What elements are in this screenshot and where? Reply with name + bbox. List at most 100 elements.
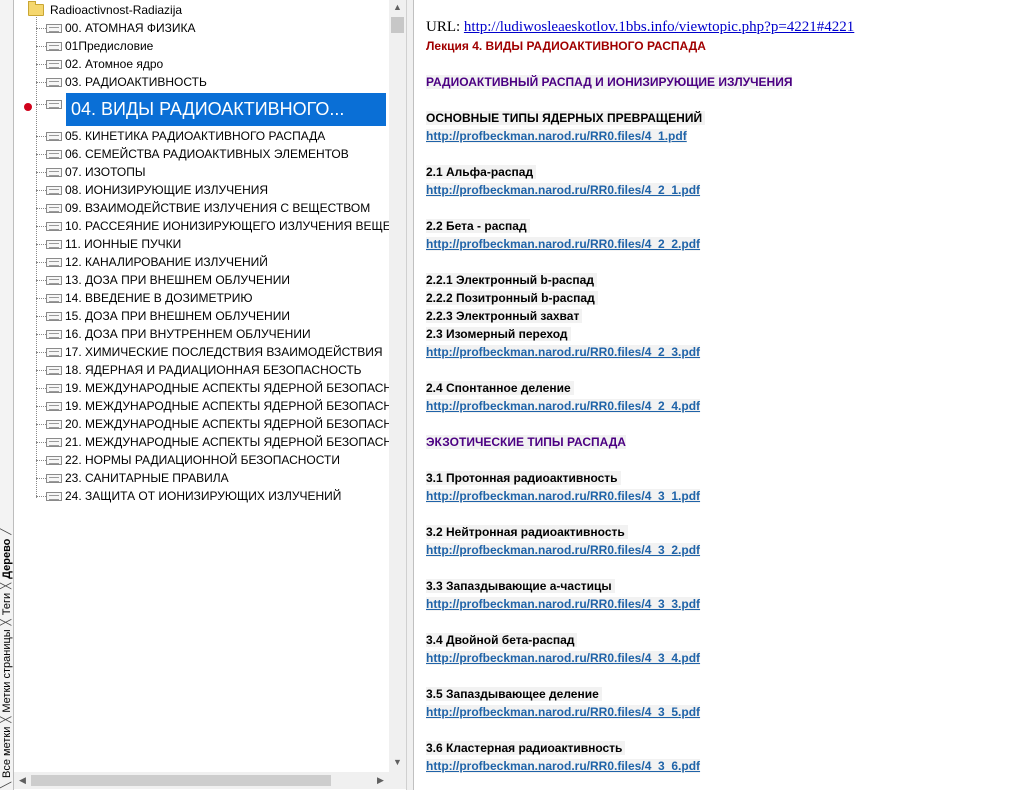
page-icon <box>46 437 62 447</box>
tree-connector-line <box>36 478 46 479</box>
tree-item[interactable]: 16. ДОЗА ПРИ ВНУТРЕННЕМ ОБЛУЧЕНИИ <box>46 325 311 343</box>
tree-item-label: 10. РАССЕЯНИЕ ИОНИЗИРУЮЩЕГО ИЗЛУЧЕНИЯ ВЕ… <box>65 219 389 233</box>
heading-alpha: 2.1 Альфа-распад <box>426 165 537 179</box>
tab-separator: ╳ <box>1 716 12 723</box>
tab-separator: ╲ <box>1 781 12 788</box>
pdf-link[interactable]: http://profbeckman.narod.ru/RR0.files/4_… <box>426 543 701 557</box>
tree-root-label: Radioactivnost-Radiazija <box>50 3 183 17</box>
tree-connector-line <box>36 370 46 371</box>
panel-splitter[interactable] <box>406 0 414 790</box>
tree-item-label: 03. РАДИОАКТИВНОСТЬ <box>65 75 207 89</box>
scroll-thumb[interactable] <box>391 17 404 33</box>
heading-cluster: 3.6 Кластерная радиоактивность <box>426 741 626 755</box>
tree-item[interactable]: 01Предисловие <box>46 37 153 55</box>
scroll-right-icon[interactable]: ▶ <box>372 775 389 786</box>
tree-connector-line <box>36 136 46 137</box>
tree-item[interactable]: 10. РАССЕЯНИЕ ИОНИЗИРУЮЩЕГО ИЗЛУЧЕНИЯ ВЕ… <box>46 217 389 235</box>
tree-item-label: 11. ИОННЫЕ ПУЧКИ <box>65 237 182 251</box>
page-icon <box>46 329 62 339</box>
tab-page-marks[interactable]: Метки страницы <box>1 627 13 714</box>
page-icon <box>46 131 62 141</box>
page-icon <box>46 365 62 375</box>
tree-item-selected[interactable]: 04. ВИДЫ РАДИОАКТИВНОГО... <box>66 93 386 126</box>
tree-connector-line <box>36 190 46 191</box>
page-icon <box>46 455 62 465</box>
tree-item-label: 09. ВЗАИМОДЕЙСТВИЕ ИЗЛУЧЕНИЯ С ВЕЩЕСТВОМ <box>65 201 371 215</box>
tree-connector-line <box>36 280 46 281</box>
pdf-link[interactable]: http://profbeckman.narod.ru/RR0.files/4_… <box>426 129 687 143</box>
tree-item[interactable]: 13. ДОЗА ПРИ ВНЕШНЕМ ОБЛУЧЕНИИ <box>46 271 290 289</box>
tree-item[interactable]: 03. РАДИОАКТИВНОСТЬ <box>46 73 207 91</box>
pdf-link[interactable]: http://profbeckman.narod.ru/RR0.files/4_… <box>426 237 701 251</box>
scroll-up-icon[interactable]: ▲ <box>389 2 406 12</box>
page-icon <box>46 491 62 501</box>
tree-vertical-scrollbar[interactable]: ▲ ▼ <box>389 0 406 772</box>
tree-item-label: 19. МЕЖДУНАРОДНЫЕ АСПЕКТЫ ЯДЕРНОЙ БЕЗОПА… <box>65 399 389 413</box>
tree-item[interactable]: 09. ВЗАИМОДЕЙСТВИЕ ИЗЛУЧЕНИЯ С ВЕЩЕСТВОМ <box>46 199 370 217</box>
tree-item-label: 23. САНИТАРНЫЕ ПРАВИЛА <box>65 471 229 485</box>
tree-item[interactable]: 11. ИОННЫЕ ПУЧКИ <box>46 235 181 253</box>
tree-item[interactable]: 02. Атомное ядро <box>46 55 163 73</box>
folder-icon <box>28 1 44 16</box>
tab-tags[interactable]: Теги <box>1 591 13 617</box>
pdf-link[interactable]: http://profbeckman.narod.ru/RR0.files/4_… <box>426 183 701 197</box>
tree-horizontal-scrollbar[interactable]: ◀ ▶ <box>14 772 389 789</box>
url-row: URL: http://ludiwosleaeskotlov.1bbs.info… <box>426 19 854 36</box>
page-icon <box>46 149 62 159</box>
tree-item[interactable]: 14. ВВЕДЕНИЕ В ДОЗИМЕТРИЮ <box>46 289 253 307</box>
tree-item[interactable]: 23. САНИТАРНЫЕ ПРАВИЛА <box>46 469 229 487</box>
heading-electron-capture: 2.2.3 Электронный захват <box>426 309 583 323</box>
page-icon <box>46 59 62 69</box>
tree-item-label: 13. ДОЗА ПРИ ВНЕШНЕМ ОБЛУЧЕНИИ <box>65 273 290 287</box>
pdf-link[interactable]: http://profbeckman.narod.ru/RR0.files/4_… <box>426 651 701 665</box>
scroll-left-icon[interactable]: ◀ <box>14 775 31 786</box>
tree-item[interactable]: 15. ДОЗА ПРИ ВНЕШНЕМ ОБЛУЧЕНИИ <box>46 307 290 325</box>
pdf-link[interactable]: http://profbeckman.narod.ru/RR0.files/4_… <box>426 759 701 773</box>
tree-item[interactable]: 19. МЕЖДУНАРОДНЫЕ АСПЕКТЫ ЯДЕРНОЙ БЕЗОПА… <box>46 397 389 415</box>
tree-connector-line <box>36 352 46 353</box>
tree-connector-line <box>36 460 46 461</box>
pdf-link[interactable]: http://profbeckman.narod.ru/RR0.files/4_… <box>426 597 701 611</box>
pdf-link[interactable]: http://profbeckman.narod.ru/RR0.files/4_… <box>426 345 701 359</box>
tree-item[interactable]: 24. ЗАЩИТА ОТ ИОНИЗИРУЮЩИХ ИЗЛУЧЕНИЙ <box>46 487 341 505</box>
page-icon <box>46 293 62 303</box>
tree-item[interactable]: 00. АТОМНАЯ ФИЗИКА <box>46 19 196 37</box>
scroll-thumb[interactable] <box>31 775 331 786</box>
tree-item[interactable]: 08. ИОНИЗИРУЮЩИЕ ИЗЛУЧЕНИЯ <box>46 181 268 199</box>
heading-double-beta: 3.4 Двойной бета-распад <box>426 633 578 647</box>
pdf-link[interactable]: http://profbeckman.narod.ru/RR0.files/4_… <box>426 489 701 503</box>
tree-item[interactable]: 05. КИНЕТИКА РАДИОАКТИВНОГО РАСПАДА <box>46 127 325 145</box>
tree-item[interactable]: 12. КАНАЛИРОВАНИЕ ИЗЛУЧЕНИЙ <box>46 253 268 271</box>
tree-connector-line <box>36 316 46 317</box>
pdf-link[interactable]: http://profbeckman.narod.ru/RR0.files/4_… <box>426 399 701 413</box>
heading-beta-electron: 2.2.1 Электронный b-распад <box>426 273 597 287</box>
tree-item[interactable]: 07. ИЗОТОПЫ <box>46 163 145 181</box>
section-title: РАДИОАКТИВНЫЙ РАСПАД И ИОНИЗИРУЮЩИЕ ИЗЛУ… <box>426 75 793 89</box>
page-icon <box>46 239 62 249</box>
tree-connector-line <box>36 388 46 389</box>
heading-delayed-fission: 3.5 Запаздывающее деление <box>426 687 602 701</box>
tab-tree[interactable]: Дерево <box>1 537 13 581</box>
tree-item[interactable] <box>46 95 65 113</box>
tree-item[interactable]: 22. НОРМЫ РАДИАЦИОННОЙ БЕЗОПАСНОСТИ <box>46 451 340 469</box>
page-icon <box>46 347 62 357</box>
source-url-link[interactable]: http://ludiwosleaeskotlov.1bbs.info/view… <box>464 19 854 35</box>
pdf-link[interactable]: http://profbeckman.narod.ru/RR0.files/4_… <box>426 705 701 719</box>
tab-all-marks[interactable]: Все метки <box>1 725 13 780</box>
page-icon <box>46 473 62 483</box>
tree-item[interactable]: 06. СЕМЕЙСТВА РАДИОАКТИВНЫХ ЭЛЕМЕНТОВ <box>46 145 349 163</box>
tree-item-label: 17. ХИМИЧЕСКИЕ ПОСЛЕДСТВИЯ ВЗАИМОДЕЙСТВИ… <box>65 345 383 359</box>
tree-item-label: 15. ДОЗА ПРИ ВНЕШНЕМ ОБЛУЧЕНИИ <box>65 309 290 323</box>
tree-item[interactable]: 19. МЕЖДУНАРОДНЫЕ АСПЕКТЫ ЯДЕРНОЙ БЕЗОПА… <box>46 379 389 397</box>
page-icon <box>46 185 62 195</box>
tree-root[interactable]: Radioactivnost-Radiazija <box>28 1 182 19</box>
tree-connector-line <box>36 172 46 173</box>
tree-item[interactable]: 21. МЕЖДУНАРОДНЫЕ АСПЕКТЫ ЯДЕРНОЙ БЕЗОПА… <box>46 433 389 451</box>
tree-item-label: 00. АТОМНАЯ ФИЗИКА <box>65 21 196 35</box>
tree-item[interactable]: 18. ЯДЕРНАЯ И РАДИАЦИОННАЯ БЕЗОПАСНОСТЬ <box>46 361 362 379</box>
tree-item[interactable]: 20. МЕЖДУНАРОДНЫЕ АСПЕКТЫ ЯДЕРНОЙ БЕЗОПА… <box>46 415 389 433</box>
tree-item[interactable]: 17. ХИМИЧЕСКИЕ ПОСЛЕДСТВИЯ ВЗАИМОДЕЙСТВИ… <box>46 343 383 361</box>
section-title: ЭКЗОТИЧЕСКИЕ ТИПЫ РАСПАДА <box>426 435 626 449</box>
scroll-down-icon[interactable]: ▼ <box>389 757 406 767</box>
page-icon <box>46 401 62 411</box>
